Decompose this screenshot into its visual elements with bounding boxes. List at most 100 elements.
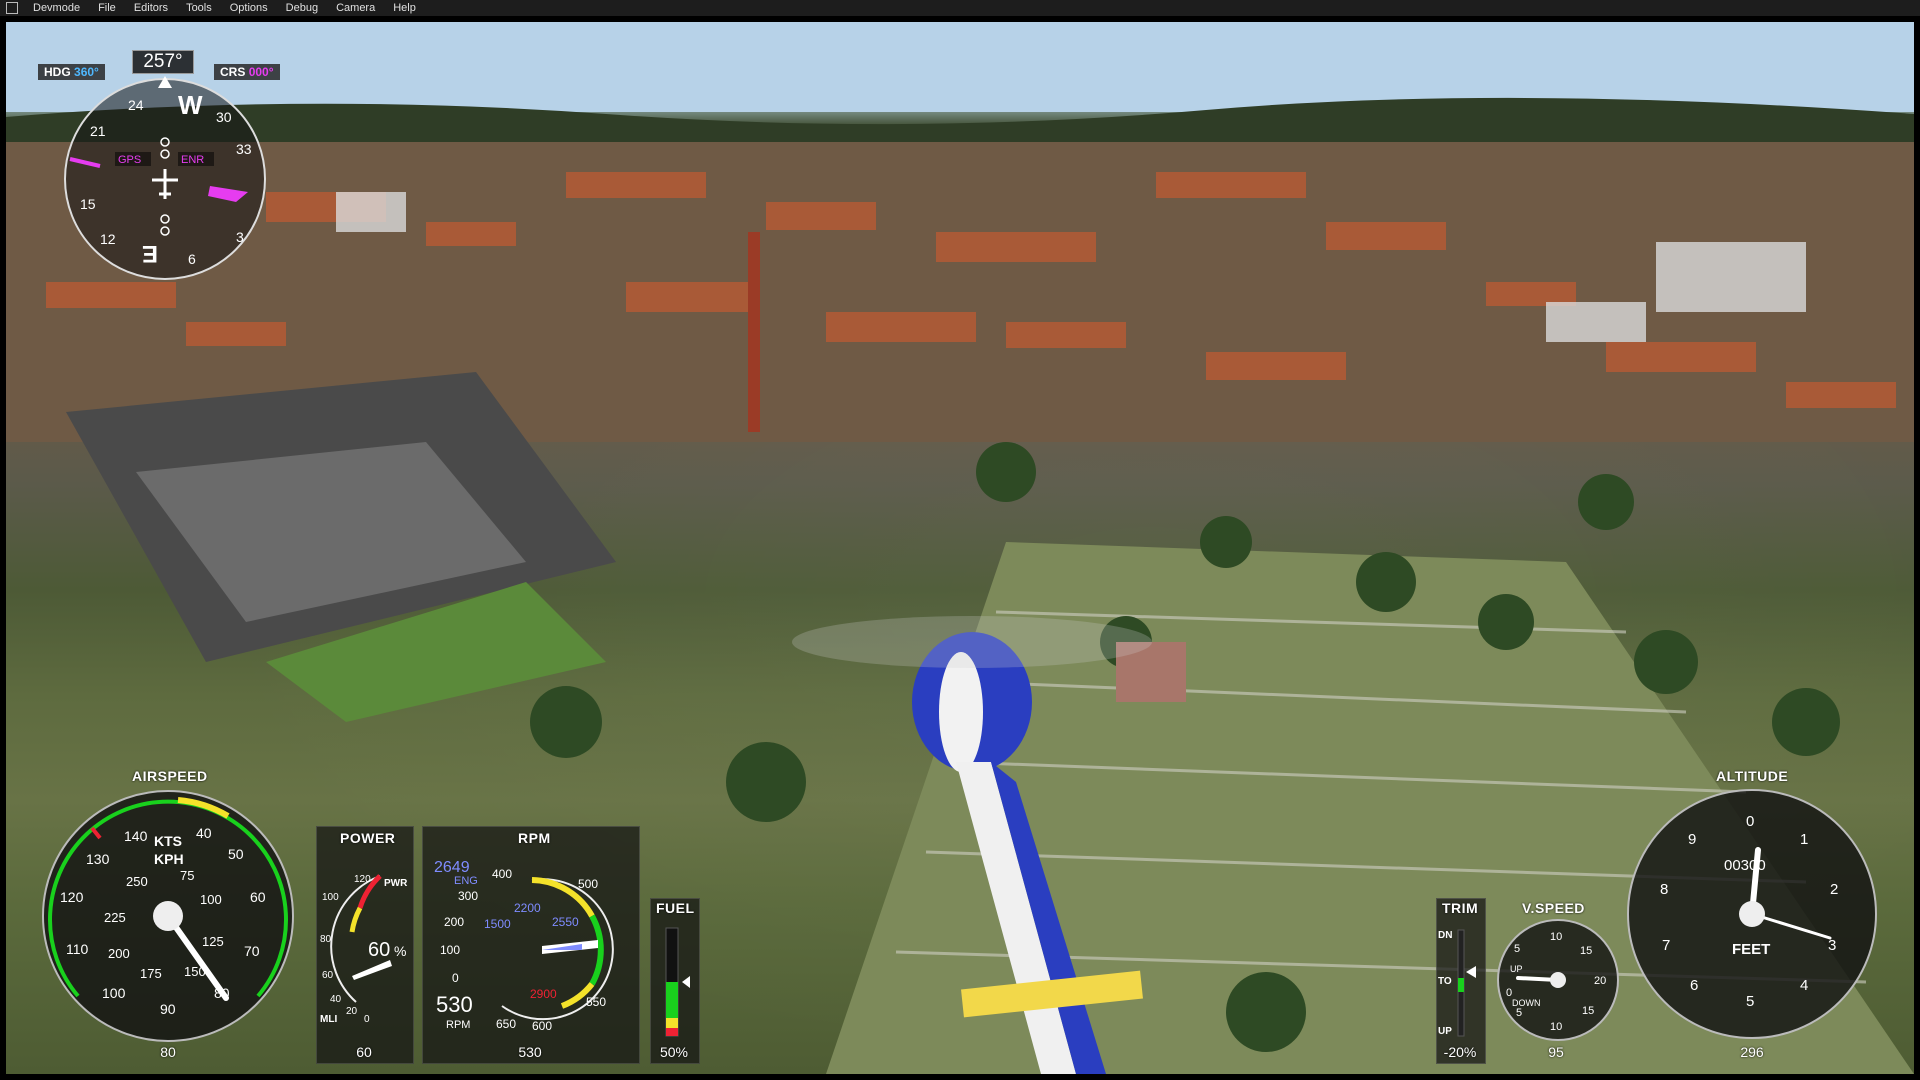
trim-pointer-icon bbox=[1466, 966, 1476, 978]
asi-label-40: 40 bbox=[196, 825, 212, 841]
asi-kph-250: 250 bbox=[126, 874, 148, 889]
alt-label-0: 0 bbox=[1746, 813, 1754, 830]
vsi-up-label: UP bbox=[1510, 964, 1523, 974]
enr-tag: ENR bbox=[181, 154, 204, 166]
rpm-label-200: 200 bbox=[444, 915, 464, 929]
airspeed-title: AIRSPEED bbox=[132, 768, 208, 784]
power-label-20: 20 bbox=[346, 1006, 358, 1017]
asi-kph-200: 200 bbox=[108, 946, 130, 961]
alt-label-3: 3 bbox=[1828, 937, 1836, 954]
menu-options[interactable]: Options bbox=[221, 0, 277, 16]
vsi-label-15-up: 15 bbox=[1580, 945, 1592, 957]
asi-label-130: 130 bbox=[86, 851, 110, 867]
alt-label-5: 5 bbox=[1746, 993, 1754, 1010]
rpm-label-650: 650 bbox=[496, 1017, 516, 1031]
power-mli-label: MLI bbox=[320, 1014, 337, 1025]
power-indicator: 120 100 80 60 40 20 0 PWR MLI 60 % bbox=[320, 874, 408, 1025]
altimeter: 0 1 2 3 4 5 6 7 8 9 00300 FEET bbox=[1627, 789, 1877, 1039]
asi-label-110: 110 bbox=[66, 941, 89, 957]
asi-kph-175: 175 bbox=[140, 966, 162, 981]
alt-label-9: 9 bbox=[1688, 831, 1696, 848]
power-pwr-label: PWR bbox=[384, 878, 408, 889]
power-footer: 60 bbox=[356, 1044, 372, 1060]
rpm-eng-2900: 2900 bbox=[530, 987, 557, 1001]
trim-indicator: DN TO UP bbox=[1438, 929, 1476, 1037]
rpm-label-400: 400 bbox=[492, 867, 512, 881]
vsi-label-10-up: 10 bbox=[1550, 931, 1562, 943]
app-icon bbox=[6, 2, 18, 14]
power-percent: 60 bbox=[368, 939, 390, 961]
rpm-label-600: 600 bbox=[532, 1019, 552, 1033]
menu-help[interactable]: Help bbox=[384, 0, 425, 16]
menu-bar: Devmode File Editors Tools Options Debug… bbox=[0, 0, 1920, 16]
asi-hub bbox=[153, 901, 183, 931]
vertical-speed-indicator: 10 15 20 15 10 5 0 5 UP DOWN bbox=[1497, 919, 1619, 1041]
hsi-cardinal-e: E bbox=[142, 240, 158, 267]
hsi-num-12: 12 bbox=[100, 231, 116, 247]
trim-footer: -20% bbox=[1443, 1044, 1477, 1060]
hsi-num-3: 3 bbox=[236, 229, 244, 245]
altitude-title: ALTITUDE bbox=[1716, 768, 1789, 784]
rpm-eng-label: ENG bbox=[454, 875, 478, 887]
rpm-label-300: 300 bbox=[458, 889, 478, 903]
asi-label-140: 140 bbox=[124, 828, 148, 844]
power-label-0: 0 bbox=[364, 1014, 370, 1025]
alt-label-8: 8 bbox=[1660, 881, 1668, 898]
rpm-title: RPM bbox=[518, 830, 551, 846]
hsi-num-6: 6 bbox=[188, 251, 196, 267]
power-percent-sign: % bbox=[394, 943, 406, 959]
menu-camera[interactable]: Camera bbox=[327, 0, 384, 16]
heading-readout: 257° bbox=[132, 50, 194, 74]
asi-units-kph: KPH bbox=[154, 851, 184, 867]
vsi-label-20: 20 bbox=[1594, 975, 1606, 987]
asi-label-100: 100 bbox=[102, 985, 126, 1001]
power-label-80: 80 bbox=[320, 934, 332, 945]
fuel-gauge bbox=[665, 927, 690, 1037]
alt-label-1: 1 bbox=[1800, 831, 1808, 848]
menu-devmode[interactable]: Devmode bbox=[24, 0, 89, 16]
asi-kph-75: 75 bbox=[180, 868, 194, 883]
vspeed-title: V.SPEED bbox=[1522, 900, 1585, 916]
fuel-title: FUEL bbox=[656, 900, 695, 916]
fuel-footer: 50% bbox=[659, 1044, 689, 1060]
asi-kph-125: 125 bbox=[202, 934, 224, 949]
airspeed-footer: 80 bbox=[160, 1044, 176, 1060]
rpm-label-500: 500 bbox=[578, 877, 598, 891]
rpm-eng-1500: 1500 bbox=[484, 917, 511, 931]
menu-editors[interactable]: Editors bbox=[125, 0, 177, 16]
hsi-compass: W E 24 30 33 21 15 12 6 3 GPS ENR bbox=[64, 76, 266, 280]
menu-debug[interactable]: Debug bbox=[277, 0, 327, 16]
rpm-label-0: 0 bbox=[452, 971, 459, 985]
asi-label-50: 50 bbox=[228, 846, 244, 862]
rpm-label-100: 100 bbox=[440, 943, 460, 957]
asi-label-120: 120 bbox=[60, 889, 84, 905]
power-title: POWER bbox=[340, 830, 396, 846]
asi-label-90: 90 bbox=[160, 1001, 176, 1017]
asi-kph-100: 100 bbox=[200, 892, 222, 907]
gps-tag: GPS bbox=[118, 154, 141, 166]
asi-kph-225: 225 bbox=[104, 910, 126, 925]
vspeed-footer: 95 bbox=[1548, 1044, 1564, 1060]
trim-title: TRIM bbox=[1442, 900, 1479, 916]
vsi-label-5-up: 5 bbox=[1514, 943, 1520, 955]
hsi-cardinal-w: W bbox=[178, 90, 203, 120]
alt-label-4: 4 bbox=[1800, 977, 1808, 994]
asi-label-60: 60 bbox=[250, 889, 266, 905]
power-needle bbox=[352, 960, 392, 980]
hsi-num-30: 30 bbox=[216, 109, 232, 125]
rpm-eng-2550: 2550 bbox=[552, 915, 579, 929]
menu-tools[interactable]: Tools bbox=[177, 0, 221, 16]
power-label-40: 40 bbox=[330, 994, 342, 1005]
power-label-60: 60 bbox=[322, 970, 334, 981]
rpm-label-550: 550 bbox=[586, 995, 606, 1009]
hsi-num-24: 24 bbox=[128, 97, 144, 113]
vsi-label-15-down: 15 bbox=[1582, 1005, 1594, 1017]
alt-units: FEET bbox=[1732, 941, 1770, 958]
asi-units-kts: KTS bbox=[154, 833, 182, 849]
power-label-100: 100 bbox=[322, 892, 339, 903]
vsi-label-10-down: 10 bbox=[1550, 1021, 1562, 1033]
alt-label-7: 7 bbox=[1662, 937, 1670, 954]
rpm-rotor-value: 530 bbox=[436, 992, 473, 1017]
trim-to-label: TO bbox=[1438, 976, 1452, 987]
menu-file[interactable]: File bbox=[89, 0, 125, 16]
